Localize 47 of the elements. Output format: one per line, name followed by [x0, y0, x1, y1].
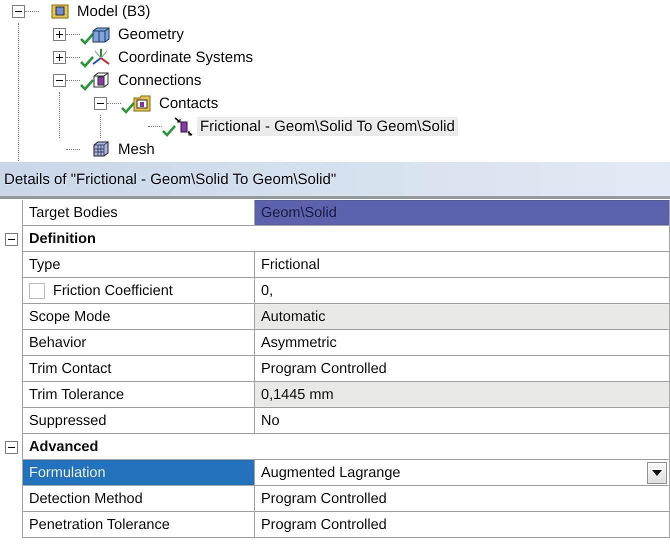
- collapse-toggle[interactable]: [94, 97, 107, 110]
- checkbox[interactable]: [29, 282, 45, 298]
- property-value[interactable]: Frictional: [261, 256, 320, 272]
- tree-item[interactable]: Model (B3): [74, 2, 154, 21]
- property-name: Penetration Tolerance: [29, 516, 170, 532]
- model-icon: [51, 2, 70, 21]
- property-value[interactable]: No: [261, 412, 280, 428]
- expand-toggle[interactable]: [53, 51, 66, 64]
- property-name: Trim Contact: [29, 360, 112, 376]
- property-name: Suppressed: [29, 412, 106, 428]
- property-value[interactable]: 0,1445 mm: [261, 386, 334, 402]
- property-name: Friction Coefficient: [53, 282, 173, 298]
- property-value[interactable]: Automatic: [261, 308, 326, 324]
- axes-icon: [92, 48, 111, 67]
- tree-item[interactable]: Coordinate Systems: [115, 48, 256, 67]
- dropdown-button[interactable]: [647, 462, 667, 484]
- tree-item[interactable]: Mesh: [115, 140, 158, 159]
- property-name: Trim Tolerance: [29, 386, 124, 402]
- expand-toggle[interactable]: [53, 28, 66, 41]
- collapse-toggle[interactable]: [53, 74, 66, 87]
- connections-icon: [92, 71, 111, 90]
- tree-item[interactable]: Geometry: [115, 25, 187, 44]
- contact-icon: [174, 117, 193, 136]
- caret-icon: [652, 470, 662, 476]
- collapse-toggle[interactable]: [12, 5, 25, 18]
- geometry-icon: [92, 25, 111, 44]
- property-name: Formulation: [29, 464, 106, 480]
- mesh-icon: [92, 140, 111, 159]
- collapse-toggle[interactable]: [4, 440, 18, 454]
- folder-icon: [133, 94, 152, 113]
- tree-item[interactable]: Frictional - Geom\Solid To Geom\Solid: [197, 117, 458, 136]
- property-name: Detection Method: [29, 490, 143, 506]
- property-value[interactable]: Program Controlled: [261, 516, 387, 532]
- section-header[interactable]: Definition: [22, 226, 670, 252]
- property-value[interactable]: Program Controlled: [261, 490, 387, 506]
- details-title: Details of "Frictional - Geom\Solid To Geom\Solid": [0, 162, 670, 199]
- property-name: Scope Mode: [29, 308, 110, 324]
- property-value[interactable]: Asymmetric: [261, 334, 337, 350]
- property-name: Type: [29, 256, 60, 272]
- collapse-toggle[interactable]: [4, 232, 18, 246]
- property-name: Behavior: [29, 334, 86, 350]
- tree-item[interactable]: Contacts: [156, 94, 222, 113]
- property-value[interactable]: 0,: [261, 282, 274, 298]
- tree-item[interactable]: Connections: [115, 71, 204, 90]
- property-value[interactable]: Program Controlled: [261, 360, 387, 376]
- property-name: Target Bodies: [29, 204, 118, 220]
- property-value[interactable]: Augmented Lagrange: [261, 464, 400, 480]
